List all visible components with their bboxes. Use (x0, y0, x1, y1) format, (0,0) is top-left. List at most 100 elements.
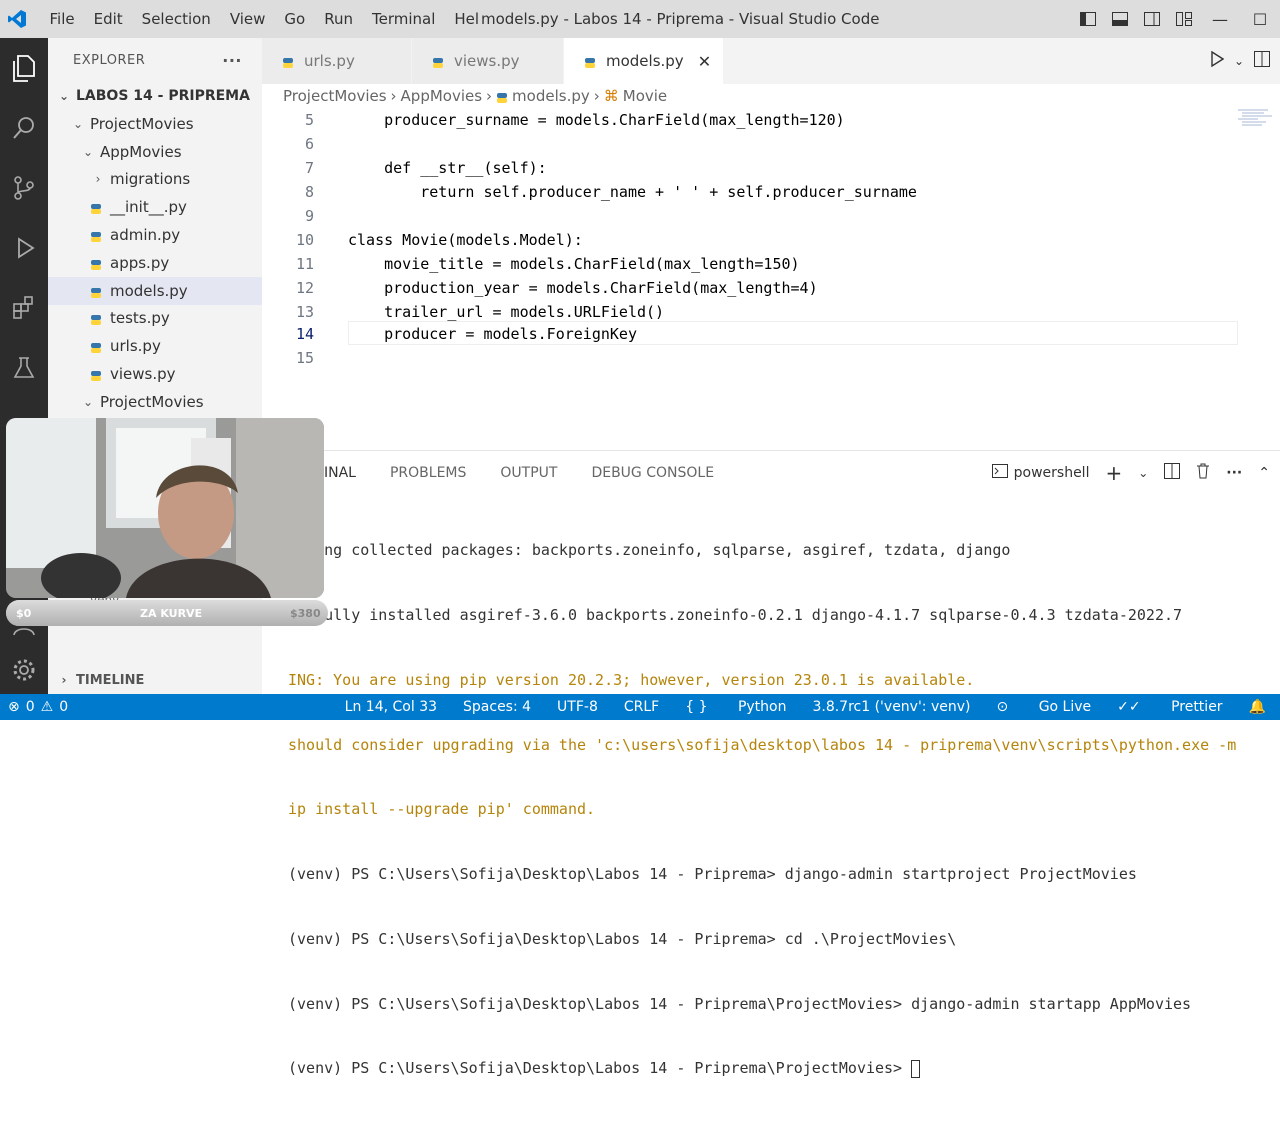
tab-views[interactable]: views.py (412, 38, 564, 84)
tab-models[interactable]: models.py ✕ (564, 38, 724, 84)
search-icon[interactable] (0, 98, 48, 158)
tab-urls[interactable]: urls.py (262, 38, 412, 84)
window-title: models.py - Labos 14 - Priprema - Visual… (481, 0, 879, 38)
menu-file[interactable]: File (40, 0, 84, 38)
menu-selection[interactable]: Selection (132, 0, 220, 38)
menu-view[interactable]: View (220, 0, 275, 38)
code-line: 7 def __str__(self): (262, 156, 1262, 180)
workspace-root[interactable]: ⌄ LABOS 14 - PRIPREMA (48, 82, 262, 110)
python-interpreter[interactable]: 3.8.7rc1 ('venv': venv) (812, 699, 970, 715)
breadcrumb-item[interactable]: models.py (512, 87, 590, 105)
python-file-icon (90, 312, 102, 324)
tree-file-views[interactable]: views.py (48, 360, 262, 388)
chevron-down-icon: ⌄ (80, 145, 96, 159)
line-number: 7 (262, 159, 314, 177)
breadcrumb-item[interactable]: ProjectMovies (283, 87, 387, 105)
minimize-button[interactable]: — (1200, 10, 1240, 29)
tab-terminal[interactable]: INAL (324, 465, 356, 481)
tab-debug-console[interactable]: DEBUG CONSOLE (591, 465, 714, 481)
tree-file-init[interactable]: __init__.py (48, 193, 262, 221)
run-python-file-icon[interactable] (1210, 51, 1224, 71)
new-terminal-icon[interactable]: + (1105, 461, 1122, 485)
close-icon[interactable]: ✕ (698, 52, 711, 71)
terminal-output[interactable]: alling collected packages: backports.zon… (288, 497, 1236, 1123)
tree-file-tests[interactable]: tests.py (48, 305, 262, 333)
prettier-button[interactable]: ✓✓ Prettier (1117, 699, 1222, 715)
split-terminal-icon[interactable] (1164, 463, 1180, 483)
chevron-up-icon[interactable]: ⌃ (1258, 465, 1270, 481)
breadcrumb-item[interactable]: AppMovies (401, 87, 483, 105)
maximize-button[interactable]: ☐ (1240, 10, 1280, 29)
error-count: 0 (26, 699, 35, 715)
extensions-icon[interactable] (0, 278, 48, 338)
breadcrumb-item[interactable]: Movie (623, 87, 667, 105)
editor-actions: ⌄ (1210, 38, 1280, 84)
indentation[interactable]: Spaces: 4 (463, 699, 531, 715)
chevron-right-icon: › (486, 87, 492, 105)
warning-count: 0 (59, 699, 68, 715)
current-code-line: 14 producer = models.ForeignKey (262, 321, 1262, 347)
toggle-panel-icon[interactable] (1104, 0, 1136, 38)
code-editor[interactable]: 5 producer_surname = models.CharField(ma… (262, 108, 1280, 448)
line-ending[interactable]: CRLF (624, 699, 659, 715)
code-line: 8 return self.producer_name + ' ' + self… (262, 180, 1262, 204)
source-control-icon[interactable] (0, 158, 48, 218)
run-debug-icon[interactable] (0, 218, 48, 278)
tree-file-models[interactable]: models.py (48, 277, 262, 305)
menu-edit[interactable]: Edit (84, 0, 132, 38)
tree-file-urls[interactable]: urls.py (48, 332, 262, 360)
customize-layout-icon[interactable] (1168, 0, 1200, 38)
tab-problems[interactable]: PROBLEMS (390, 465, 466, 481)
tree-folder-appmovies[interactable]: ⌄AppMovies (48, 138, 262, 166)
tree-folder-projectmovies-inner[interactable]: ⌄ProjectMovies (48, 388, 262, 416)
terminal-line: essfully installed asgiref-3.6.0 backpor… (288, 605, 1236, 627)
terminal-shell-name[interactable]: powershell (1014, 465, 1090, 481)
language-label: Python (738, 699, 787, 715)
tree-item-label: views.py (110, 365, 176, 383)
encoding[interactable]: UTF-8 (557, 699, 598, 715)
menu-terminal[interactable]: Terminal (363, 0, 445, 38)
tree-folder-migrations[interactable]: ›migrations (48, 166, 262, 194)
split-editor-icon[interactable] (1254, 51, 1270, 71)
cursor-position[interactable]: Ln 14, Col 33 (345, 699, 437, 715)
toggle-secondary-sidebar-icon[interactable] (1136, 0, 1168, 38)
donation-current: $0 (16, 607, 31, 620)
terminal-line: should consider upgrading via the 'c:\us… (288, 735, 1236, 757)
chevron-down-icon[interactable]: ⌄ (1138, 466, 1148, 480)
toggle-sidebar-icon[interactable] (1072, 0, 1104, 38)
breadcrumb: ProjectMovies › AppMovies › models.py › … (262, 84, 1280, 108)
code-text: trailer_url = models.URLField() (348, 303, 664, 321)
terminal-shell-icon (992, 464, 1008, 482)
language-mode[interactable]: { } Python (685, 699, 786, 715)
menu-go[interactable]: Go (275, 0, 315, 38)
tab-output[interactable]: OUTPUT (500, 465, 557, 481)
testing-icon[interactable] (0, 338, 48, 398)
python-file-icon (496, 90, 508, 102)
chevron-down-icon: ⌄ (70, 117, 86, 131)
chevron-right-icon: › (594, 87, 600, 105)
python-file-icon (90, 285, 102, 297)
explorer-more-icon[interactable]: ··· (222, 51, 242, 70)
explorer-title: EXPLORER (73, 53, 145, 68)
code-line: 10class Movie(models.Model): (262, 228, 1262, 252)
more-icon[interactable]: ··· (1226, 465, 1242, 481)
workspace-root-label: LABOS 14 - PRIPREMA (76, 88, 250, 104)
problems-status[interactable]: ⊗ 0 ⚠ 0 (8, 699, 68, 715)
menu-run[interactable]: Run (315, 0, 363, 38)
menu-bar: File Edit Selection View Go Run Terminal… (40, 0, 489, 38)
tab-label: models.py (606, 52, 684, 70)
manage-gear-icon[interactable] (0, 640, 48, 700)
chevron-right-icon: › (56, 673, 72, 687)
go-live-button[interactable]: ⊙ Go Live (997, 699, 1092, 715)
webcam-overlay (6, 418, 324, 598)
tree-file-admin[interactable]: admin.py (48, 221, 262, 249)
timeline-section[interactable]: ›TIMELINE (48, 666, 262, 694)
warning-icon: ⚠ (41, 699, 54, 715)
explorer-icon[interactable] (0, 38, 48, 98)
notifications-icon[interactable]: 🔔 (1249, 699, 1266, 715)
trash-icon[interactable] (1196, 463, 1210, 483)
tree-file-apps[interactable]: apps.py (48, 249, 262, 277)
code-line: 9 (262, 204, 1262, 228)
tree-folder-projectmovies[interactable]: ⌄ProjectMovies (48, 110, 262, 138)
chevron-down-icon[interactable]: ⌄ (1234, 54, 1244, 68)
